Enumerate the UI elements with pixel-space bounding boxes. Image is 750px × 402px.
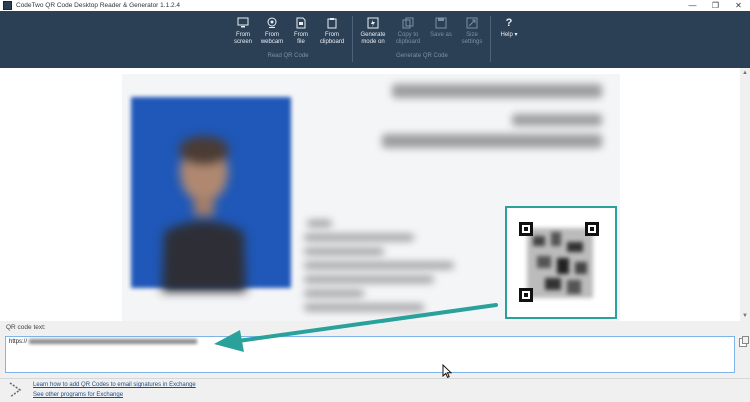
- maximize-button[interactable]: ❐: [704, 0, 727, 11]
- size-settings-icon: [466, 17, 478, 29]
- generate-group-label: Generate QR Code: [396, 53, 448, 59]
- help-label: Help ▾: [500, 32, 518, 38]
- copy-to-clipboard-label-2: clipboard: [395, 39, 421, 45]
- read-group-label: Read QR Code: [267, 53, 309, 59]
- ribbon-separator: [490, 16, 491, 62]
- minimize-button[interactable]: —: [681, 0, 704, 11]
- blurred-text-line: [304, 234, 414, 241]
- screen-capture-icon: [237, 17, 249, 28]
- copy-icon: [402, 17, 414, 29]
- ribbon-toolbar: From screen From webcam From file From c…: [0, 11, 750, 68]
- codetwo-arrow-logo-icon: [9, 382, 22, 398]
- blurred-text-line: [512, 114, 602, 126]
- scroll-up-icon[interactable]: ▲: [740, 68, 750, 78]
- close-button[interactable]: ✕: [727, 0, 750, 11]
- copy-text-icon[interactable]: [739, 336, 749, 347]
- blurred-text-line: [307, 220, 332, 227]
- app-logo-icon: [3, 1, 12, 10]
- save-as-button[interactable]: Save as: [424, 17, 458, 39]
- from-clipboard-label-2: clipboard: [319, 39, 345, 45]
- size-settings-label-2: settings: [461, 39, 483, 45]
- generate-mode-icon: [367, 17, 379, 29]
- blurred-text-line: [304, 290, 364, 297]
- qr-finder-pattern: [519, 222, 533, 236]
- blurred-text-line: [304, 262, 454, 269]
- save-icon: [435, 17, 447, 29]
- qr-finder-pattern: [585, 222, 599, 236]
- help-button[interactable]: ? Help ▾: [492, 17, 526, 39]
- size-settings-label-1: Size: [466, 32, 478, 38]
- from-webcam-label-2: webcam: [260, 39, 284, 45]
- qr-text-prefix: https://: [9, 339, 28, 346]
- from-clipboard-label-1: From: [325, 32, 339, 38]
- generate-mode-label-2: mode on: [361, 39, 385, 45]
- generate-mode-label-1: Generate: [360, 32, 386, 38]
- from-clipboard-button[interactable]: From clipboard: [315, 17, 349, 46]
- from-file-label-1: From: [294, 32, 308, 38]
- from-webcam-label-1: From: [265, 32, 279, 38]
- ribbon-separator: [352, 16, 353, 62]
- webcam-icon: [267, 17, 277, 28]
- from-screen-label-1: From: [236, 32, 250, 38]
- file-icon: [296, 17, 306, 29]
- bottom-separator: [0, 378, 750, 379]
- save-as-label-1: Save as: [430, 32, 452, 38]
- blurred-text-line: [304, 304, 424, 311]
- size-settings-button[interactable]: Size settings: [455, 17, 489, 46]
- bottom-panel: QR code text: https:// Learn how to add …: [0, 321, 750, 402]
- qr-text-blurred-url: [29, 339, 198, 344]
- window-title: CodeTwo QR Code Desktop Reader & Generat…: [16, 2, 181, 9]
- from-file-button[interactable]: From file: [284, 17, 318, 46]
- from-file-label-2: file: [297, 39, 305, 45]
- blurred-text-line: [304, 248, 384, 255]
- help-icon: ?: [505, 17, 513, 29]
- qr-code-highlight-frame: [505, 206, 617, 319]
- title-bar: CodeTwo QR Code Desktop Reader & Generat…: [0, 0, 750, 11]
- blurred-text-line: [392, 84, 602, 98]
- from-screen-label-2: screen: [233, 39, 252, 45]
- qr-finder-pattern: [519, 288, 533, 302]
- exchange-signature-link[interactable]: Learn how to add QR Codes to email signa…: [33, 382, 196, 388]
- canvas-scrollbar[interactable]: ▲ ▼: [740, 68, 750, 321]
- blurred-text-line: [382, 134, 602, 148]
- id-photo-person: [162, 136, 246, 292]
- clipboard-icon: [327, 18, 337, 29]
- qr-text-label: QR code text:: [6, 324, 46, 331]
- copy-to-clipboard-label-1: Copy to: [397, 32, 419, 38]
- qr-code-modules: [527, 228, 593, 298]
- qr-code-image: [515, 218, 603, 306]
- blurred-text-line: [304, 276, 434, 283]
- qr-code-text-field[interactable]: https://: [5, 336, 735, 373]
- captured-image-canvas: [0, 68, 740, 321]
- scroll-down-icon[interactable]: ▼: [740, 311, 750, 321]
- copy-to-clipboard-button[interactable]: Copy to clipboard: [391, 17, 425, 46]
- generate-mode-button[interactable]: Generate mode on: [356, 17, 390, 46]
- window-controls: — ❐ ✕: [681, 0, 750, 11]
- other-programs-link[interactable]: See other programs for Exchange: [33, 392, 123, 398]
